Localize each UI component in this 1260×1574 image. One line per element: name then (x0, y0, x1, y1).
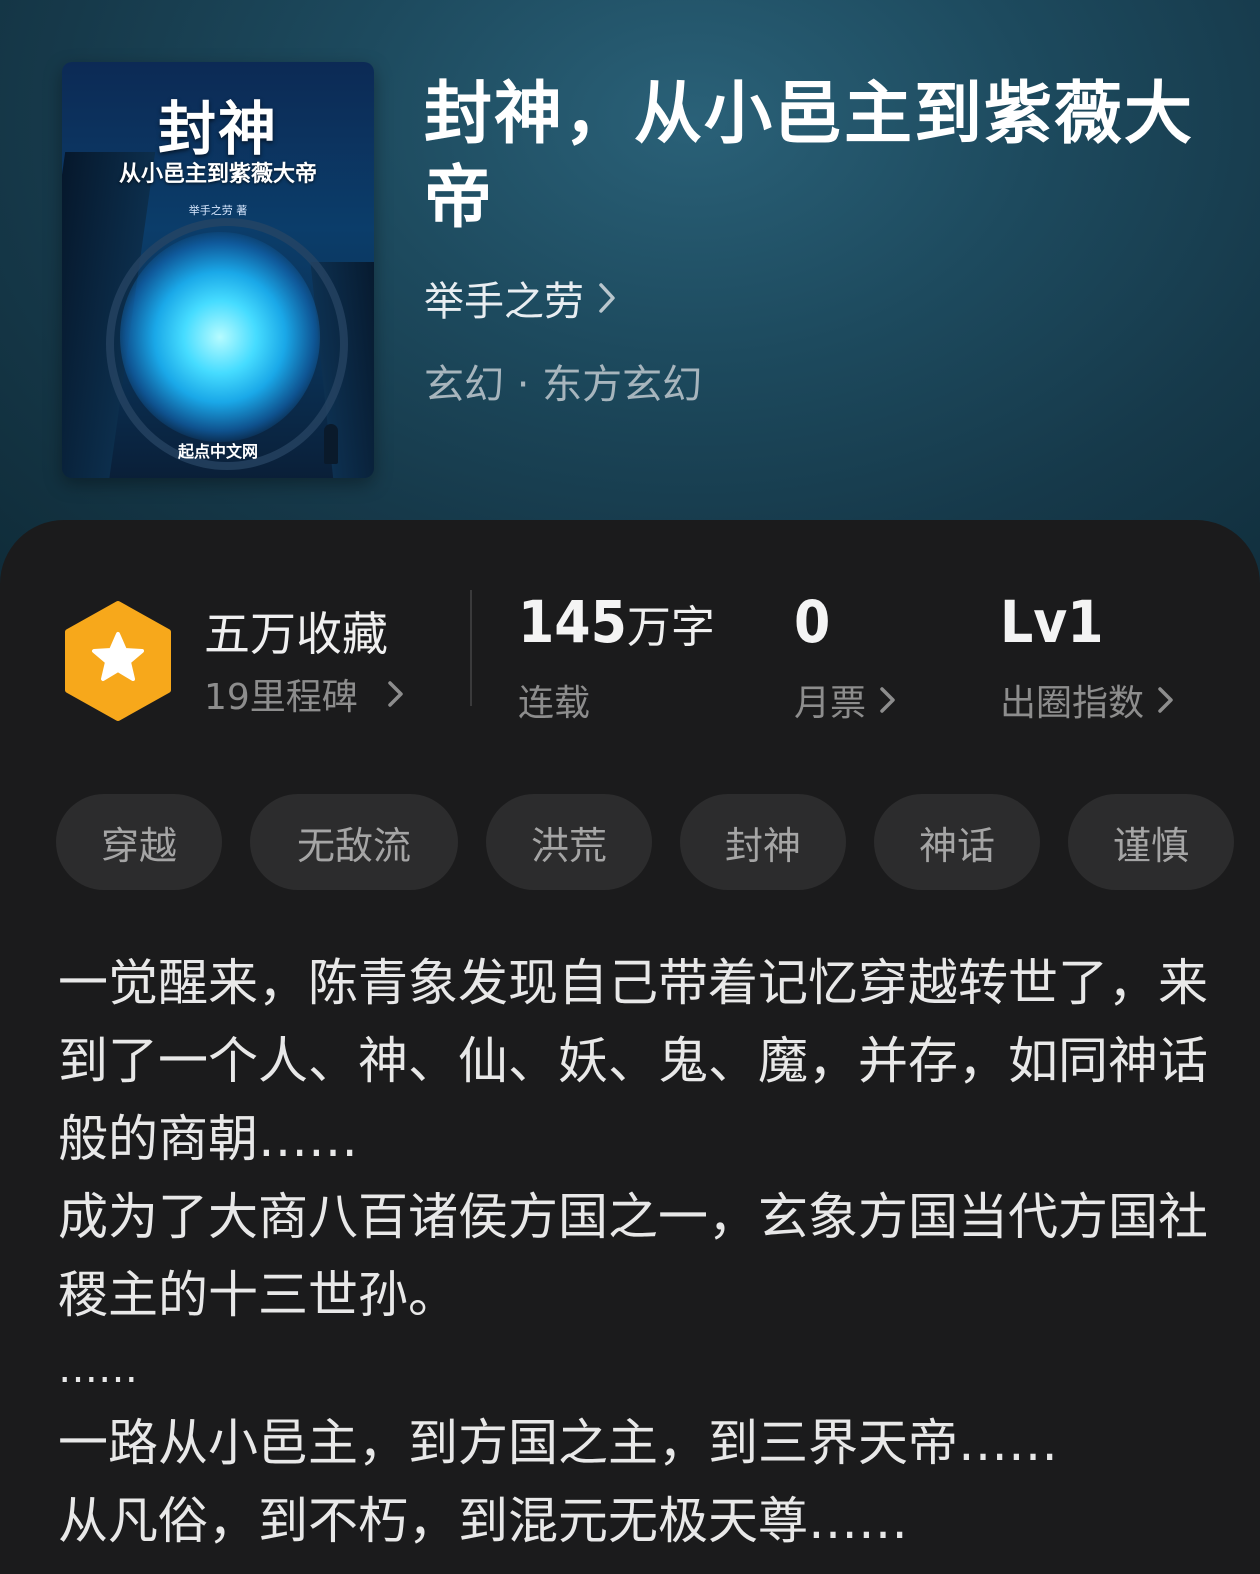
author-link[interactable]: 举手之劳 (424, 270, 616, 326)
serial-status-label: 连载 (518, 683, 591, 724)
influence-value: Lv1 (1000, 588, 1104, 656)
serial-status: 连载 (518, 674, 590, 726)
cover-subtitle: 从小邑主到紫薇大帝 (118, 162, 317, 187)
synopsis-paragraph: 一路从小邑主，到方国之主，到三界天帝…… (58, 1414, 1058, 1472)
synopsis-paragraph: 成为了大商八百诸侯方国之一，玄象方国当代方国社稷主的十三世孙。 (58, 1188, 1208, 1324)
chevron-right-icon (1158, 687, 1173, 713)
milestone-link[interactable]: 19里程碑 (204, 668, 406, 720)
milestone-label: 19里程碑 (204, 677, 358, 718)
stats-divider (470, 590, 472, 706)
collection-label[interactable]: 五万收藏 (204, 598, 388, 664)
synopsis-paragraph: 从凡俗，到不朽，到混元无极天尊…… (58, 1492, 908, 1550)
cover-publisher: 起点中文网 (177, 442, 258, 461)
synopsis[interactable]: 一觉醒来，陈青象发现自己带着记忆穿越转世了，来到了一个人、神、仙、妖、鬼、魔，并… (58, 944, 1208, 1560)
genre-label[interactable]: 玄幻 · 东方玄幻 (424, 352, 702, 410)
cover-title: 封神 (157, 95, 278, 163)
synopsis-paragraph: …… (58, 1346, 138, 1392)
tag-chip[interactable]: 洪荒 (486, 794, 652, 890)
tag-chip[interactable]: 穿越 (56, 794, 222, 890)
monthly-ticket-label: 月票 (794, 683, 867, 724)
word-count-number: 145 (518, 588, 627, 656)
chevron-right-icon (880, 687, 895, 713)
author-name: 举手之劳 (424, 279, 584, 325)
collection-star-badge-icon[interactable] (62, 600, 174, 722)
book-title: 封神，从小邑主到紫薇大帝 (424, 74, 1195, 238)
cover-author: 举手之劳 著 (188, 204, 248, 217)
book-cover-image[interactable]: 封神 从小邑主到紫薇大帝 举手之劳 著 起点中文网 (62, 62, 374, 478)
chevron-right-icon (599, 283, 615, 313)
book-header: 封神 从小邑主到紫薇大帝 举手之劳 著 起点中文网 封神，从小邑主到紫薇大帝 举… (0, 0, 1260, 600)
tag-list: 穿越 无敌流 洪荒 封神 神话 谨慎 (56, 794, 1234, 890)
word-count-unit: 万字 (626, 602, 715, 653)
influence-link[interactable]: 出圈指数 (1000, 674, 1176, 726)
tag-chip[interactable]: 神话 (874, 794, 1040, 890)
synopsis-paragraph: 一觉醒来，陈青象发现自己带着记忆穿越转世了，来到了一个人、神、仙、妖、鬼、魔，并… (58, 954, 1208, 1168)
chevron-right-icon (388, 681, 403, 707)
influence-label: 出圈指数 (1000, 683, 1145, 724)
tag-chip[interactable]: 谨慎 (1068, 794, 1234, 890)
monthly-ticket-link[interactable]: 月票 (794, 674, 898, 726)
tag-chip[interactable]: 封神 (680, 794, 846, 890)
cover-portal-glow (120, 232, 320, 442)
monthly-ticket-value: 0 (794, 588, 831, 656)
tag-chip[interactable]: 无敌流 (250, 794, 458, 890)
word-count: 145万字 (518, 588, 715, 656)
